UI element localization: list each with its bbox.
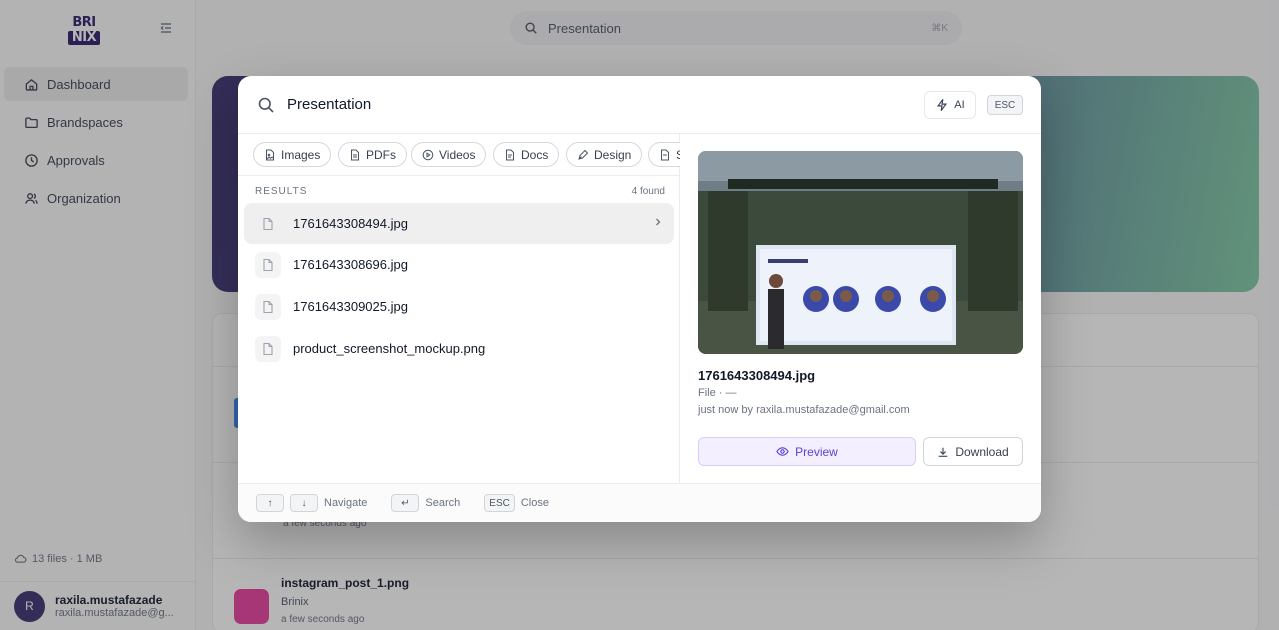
chevron-right-icon — [652, 216, 664, 231]
preview-button-label: Preview — [795, 444, 838, 459]
hint-search: Search — [425, 497, 461, 509]
result-name: 1761643308696.jpg — [293, 257, 408, 272]
image-file-icon — [266, 149, 274, 160]
result-item[interactable]: product_screenshot_mockup.png — [244, 328, 674, 369]
ai-search-button[interactable]: AI — [924, 91, 976, 119]
filter-chip-label: Videos — [439, 147, 476, 162]
doc-file-icon — [661, 149, 669, 160]
result-item[interactable]: 1761643309025.jpg — [244, 286, 674, 327]
results-header: RESULTS 4 found — [255, 186, 665, 197]
file-icon — [255, 211, 281, 237]
results-label: RESULTS — [255, 186, 308, 197]
enter-key: ↵ — [391, 494, 420, 512]
filter-chip-images[interactable]: Images — [253, 142, 332, 167]
doc-file-icon — [506, 149, 514, 160]
result-name: 1761643308494.jpg — [293, 216, 408, 231]
hint-navigate: Navigate — [324, 497, 368, 509]
esc-close-button[interactable]: ESC — [987, 95, 1023, 115]
eye-icon — [776, 447, 789, 456]
file-icon — [255, 293, 281, 320]
filter-chip-more[interactable]: S — [648, 142, 680, 167]
lightning-icon — [937, 98, 948, 112]
search-input[interactable]: Presentation — [287, 96, 371, 113]
filter-chip-videos[interactable]: Videos — [411, 142, 487, 167]
preview-file-name: 1761643308494.jpg — [698, 368, 816, 383]
result-name: product_screenshot_mockup.png — [293, 341, 486, 356]
filter-chip-pdfs[interactable]: PDFs — [338, 142, 407, 167]
filter-chip-docs[interactable]: Docs — [493, 142, 560, 167]
pdf-file-icon — [351, 149, 359, 160]
preview-file-meta: just now by raxila.mustafazade@gmail.com — [698, 404, 910, 416]
results-panel: Images PDFs Videos Docs Design S — [238, 134, 680, 483]
results-count: 4 found — [631, 186, 665, 197]
download-button[interactable]: Download — [923, 437, 1023, 466]
keyboard-hints: ↑ ↓ Navigate ↵ Search ESC Close — [238, 483, 1041, 522]
file-icon — [255, 335, 281, 362]
modal-search-header: Presentation — [238, 76, 1041, 134]
preview-image[interactable] — [698, 151, 1023, 354]
result-item[interactable]: 1761643308696.jpg — [244, 244, 674, 285]
play-circle-icon — [422, 149, 434, 160]
pen-tool-icon — [578, 149, 589, 160]
filter-chip-label: PDFs — [366, 147, 396, 162]
result-name: 1761643309025.jpg — [293, 299, 408, 314]
filter-chip-label: Images — [281, 147, 321, 162]
search-modal: Presentation AI ESC Images PDFs Videos D… — [238, 76, 1041, 522]
arrow-down-key: ↓ — [290, 494, 318, 512]
search-icon — [258, 97, 274, 113]
filter-chips: Images PDFs Videos Docs Design S — [238, 134, 680, 176]
download-icon — [939, 447, 948, 457]
preview-button[interactable]: Preview — [698, 437, 916, 466]
arrow-up-key: ↑ — [256, 494, 284, 512]
download-button-label: Download — [955, 444, 1009, 459]
preview-panel: 1761643308494.jpg File · — just now by r… — [681, 134, 1041, 483]
preview-file-type: File · — — [698, 387, 737, 399]
filter-chip-label: Design — [594, 147, 632, 162]
ai-button-label: AI — [954, 99, 965, 111]
filter-chip-label: Docs — [521, 147, 549, 162]
result-item[interactable]: 1761643308494.jpg — [244, 203, 674, 244]
filter-chip-design[interactable]: Design — [566, 142, 643, 167]
file-icon — [255, 251, 281, 278]
filter-chip-label: S — [676, 148, 680, 162]
hint-close: Close — [520, 497, 549, 509]
esc-key: ESC — [484, 494, 515, 512]
